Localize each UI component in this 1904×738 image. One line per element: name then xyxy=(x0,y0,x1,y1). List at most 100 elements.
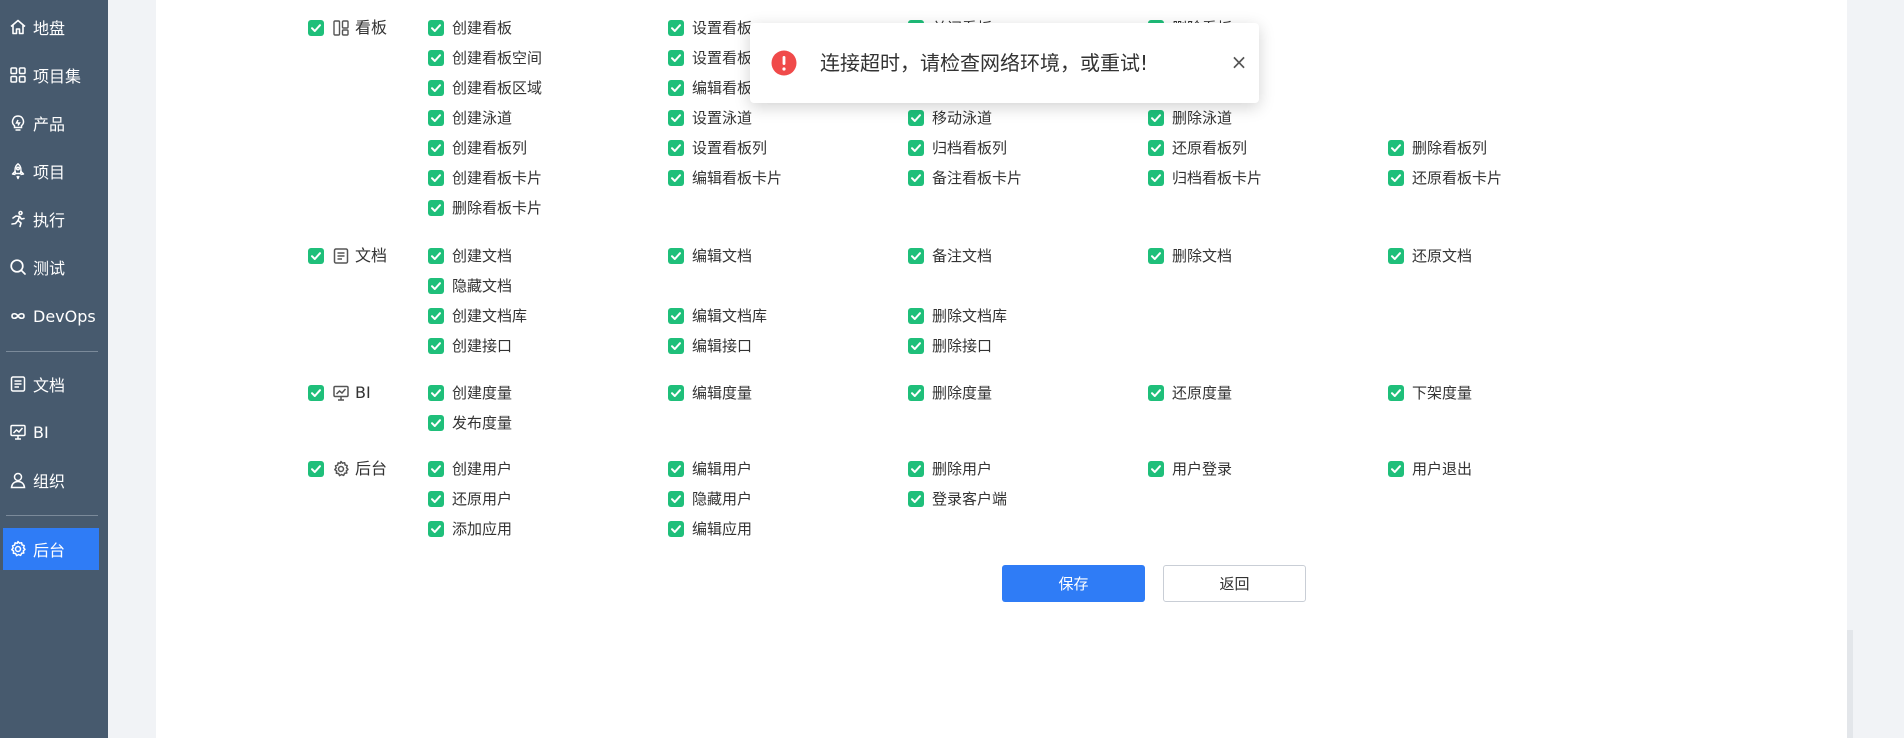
permission-checkbox[interactable] xyxy=(668,170,684,186)
group-label-kanban: 看板 xyxy=(332,18,387,38)
permission-checkbox[interactable] xyxy=(1148,170,1164,186)
check-icon xyxy=(1390,172,1402,184)
sidebar-item-label: 后台 xyxy=(33,541,66,560)
back-button[interactable]: 返回 xyxy=(1163,565,1306,602)
group-label-admin: 后台 xyxy=(332,459,387,479)
permission-checkbox[interactable] xyxy=(428,110,444,126)
permission-checkbox[interactable] xyxy=(428,521,444,537)
group-checkbox-bi[interactable] xyxy=(308,385,324,401)
permission-label: 备注文档 xyxy=(932,247,993,265)
sidebar-item-product[interactable]: 产品 xyxy=(3,103,99,143)
permission-checkbox[interactable] xyxy=(908,140,924,156)
close-icon[interactable]: × xyxy=(1228,51,1250,73)
permission-checkbox[interactable] xyxy=(428,385,444,401)
check-icon xyxy=(670,463,682,475)
sidebar-item-test[interactable]: 测试 xyxy=(3,247,99,287)
permission-label: 删除泳道 xyxy=(1172,109,1233,127)
permission-checkbox[interactable] xyxy=(1148,385,1164,401)
sidebar-item-program[interactable]: 项目集 xyxy=(3,55,99,95)
scrollbar[interactable] xyxy=(1847,0,1853,738)
permission-label: 登录客户端 xyxy=(932,490,1008,508)
permission-checkbox[interactable] xyxy=(428,278,444,294)
permission-checkbox[interactable] xyxy=(668,248,684,264)
permission-checkbox[interactable] xyxy=(428,491,444,507)
permission-checkbox[interactable] xyxy=(428,20,444,36)
check-icon xyxy=(910,250,922,262)
group-label-text: 看板 xyxy=(355,18,388,37)
permission-checkbox[interactable] xyxy=(1388,461,1404,477)
permission-label: 删除接口 xyxy=(932,337,993,355)
permission-checkbox[interactable] xyxy=(668,491,684,507)
permission-checkbox[interactable] xyxy=(668,20,684,36)
permission-checkbox[interactable] xyxy=(908,491,924,507)
sidebar-item-admin[interactable]: 后台 xyxy=(3,528,99,570)
check-icon xyxy=(310,387,322,399)
sidebar-item-bi[interactable]: BI xyxy=(3,412,99,452)
sidebar-item-label: 组织 xyxy=(33,472,66,491)
sidebar-item-project[interactable]: 项目 xyxy=(3,151,99,191)
permission-checkbox[interactable] xyxy=(1388,248,1404,264)
check-icon xyxy=(430,310,442,322)
group-label-docs: 文档 xyxy=(332,246,387,266)
permission-checkbox[interactable] xyxy=(428,308,444,324)
permission-checkbox[interactable] xyxy=(668,385,684,401)
permission-checkbox[interactable] xyxy=(1388,170,1404,186)
user-icon xyxy=(9,471,27,489)
permission-checkbox[interactable] xyxy=(908,248,924,264)
check-icon xyxy=(670,340,682,352)
check-icon xyxy=(670,22,682,34)
permission-checkbox[interactable] xyxy=(668,338,684,354)
permission-checkbox[interactable] xyxy=(428,338,444,354)
error-toast: 连接超时，请检查网络环境，或重试! × xyxy=(750,23,1259,103)
check-icon xyxy=(1150,387,1162,399)
permission-checkbox[interactable] xyxy=(1388,385,1404,401)
permission-checkbox[interactable] xyxy=(428,170,444,186)
permission-checkbox[interactable] xyxy=(908,110,924,126)
permission-checkbox[interactable] xyxy=(428,415,444,431)
permission-label: 还原用户 xyxy=(452,490,513,508)
permission-checkbox[interactable] xyxy=(908,308,924,324)
permission-checkbox[interactable] xyxy=(668,50,684,66)
permission-checkbox[interactable] xyxy=(428,80,444,96)
sidebar-item-execution[interactable]: 执行 xyxy=(3,199,99,239)
sidebar-item-devops[interactable]: DevOps xyxy=(3,296,99,336)
permission-checkbox[interactable] xyxy=(908,461,924,477)
check-icon xyxy=(430,202,442,214)
permission-checkbox[interactable] xyxy=(428,140,444,156)
group-checkbox-kanban[interactable] xyxy=(308,20,324,36)
permission-checkbox[interactable] xyxy=(668,140,684,156)
permission-checkbox[interactable] xyxy=(428,200,444,216)
permission-checkbox[interactable] xyxy=(908,170,924,186)
group-checkbox-admin[interactable] xyxy=(308,461,324,477)
permission-checkbox[interactable] xyxy=(668,461,684,477)
permission-checkbox[interactable] xyxy=(668,110,684,126)
check-icon xyxy=(910,387,922,399)
scrollbar-thumb[interactable] xyxy=(1847,630,1853,738)
sidebar-item-doc[interactable]: 文档 xyxy=(3,364,99,404)
permission-checkbox[interactable] xyxy=(1148,461,1164,477)
permission-checkbox[interactable] xyxy=(668,308,684,324)
permission-checkbox[interactable] xyxy=(1148,248,1164,264)
permission-label: 创建看板区域 xyxy=(452,79,543,97)
check-icon xyxy=(670,112,682,124)
permission-checkbox[interactable] xyxy=(428,248,444,264)
permission-checkbox[interactable] xyxy=(908,338,924,354)
permission-checkbox[interactable] xyxy=(428,50,444,66)
permission-checkbox[interactable] xyxy=(668,521,684,537)
sidebar-item-label: 地盘 xyxy=(33,19,66,38)
permission-checkbox[interactable] xyxy=(668,80,684,96)
group-checkbox-docs[interactable] xyxy=(308,248,324,264)
permission-label: 创建接口 xyxy=(452,337,513,355)
check-icon xyxy=(670,142,682,154)
permission-checkbox[interactable] xyxy=(1148,140,1164,156)
sidebar-item-dashboard[interactable]: 地盘 xyxy=(3,7,99,47)
check-icon xyxy=(670,250,682,262)
save-button[interactable]: 保存 xyxy=(1002,565,1145,602)
permission-label: 下架度量 xyxy=(1412,384,1473,402)
sidebar-item-org[interactable]: 组织 xyxy=(3,460,99,500)
permission-checkbox[interactable] xyxy=(428,461,444,477)
permission-checkbox[interactable] xyxy=(908,385,924,401)
permission-checkbox[interactable] xyxy=(1388,140,1404,156)
permission-checkbox[interactable] xyxy=(1148,110,1164,126)
permission-label: 删除度量 xyxy=(932,384,993,402)
